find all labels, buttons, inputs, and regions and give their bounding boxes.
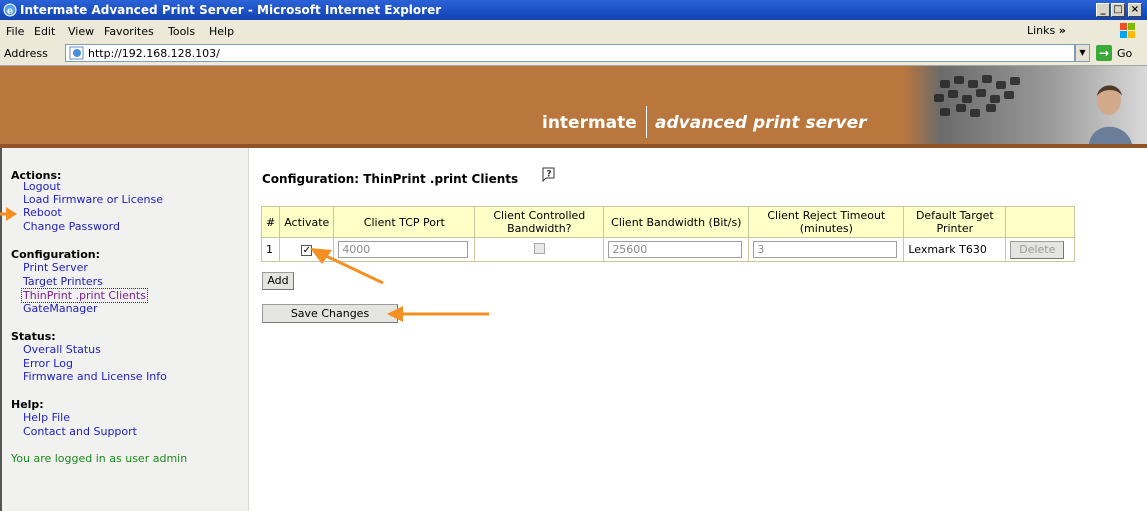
sidebar-item-logout[interactable]: Logout [23,180,61,193]
menu-file[interactable]: File [6,25,24,38]
address-bar: Address http://192.168.128.103/ ▼ → Go [0,42,1147,66]
col-header-default-printer: Default Target Printer [903,206,1007,238]
sidebar-nav: Actions: Logout Load Firmware or License… [0,148,249,511]
col-header-controlled-bandwidth: Client Controlled Bandwidth? [474,206,605,238]
menu-edit[interactable]: Edit [34,25,55,38]
reject-timeout-input[interactable]: 3 [753,241,898,258]
sidebar-item-target-printers[interactable]: Target Printers [23,275,103,288]
page-banner: intermate advanced print server [0,66,1147,148]
help-icon[interactable]: ? [540,166,556,182]
sidebar-heading-status: Status: [11,330,56,343]
window-title: Intermate Advanced Print Server - Micros… [20,3,442,17]
ie-icon: e [3,3,17,17]
delete-button[interactable]: Delete [1010,240,1065,259]
menu-view[interactable]: View [68,25,94,38]
minimize-button[interactable]: _ [1096,3,1110,17]
sidebar-item-print-server[interactable]: Print Server [23,261,88,274]
default-printer-value: Lexmark T630 [903,237,1007,262]
page-title: Configuration: ThinPrint .print Clients [262,172,519,186]
annotation-arrow-reboot [0,207,17,221]
col-header-activate: Activate [279,206,335,238]
col-header-index: # [260,206,281,238]
col-header-bandwidth: Client Bandwidth (Bit/s) [603,206,750,238]
menu-tools[interactable]: Tools [168,25,195,38]
menu-help[interactable]: Help [209,25,234,38]
sidebar-item-contact-support[interactable]: Contact and Support [23,425,137,438]
save-changes-button[interactable]: Save Changes [262,304,398,323]
bandwidth-input[interactable]: 25600 [608,241,743,258]
sidebar-item-load-firmware[interactable]: Load Firmware or License [23,193,163,206]
banner-photo [904,66,1147,144]
sidebar-item-thinprint-clients[interactable]: ThinPrint .print Clients [21,288,148,303]
sidebar-item-help-file[interactable]: Help File [23,411,70,424]
svg-text:?: ? [546,170,551,180]
address-label: Address [4,47,48,60]
annotation-arrow-save [387,306,489,322]
sidebar-item-overall-status[interactable]: Overall Status [23,343,101,356]
brand-divider [646,106,647,138]
add-button[interactable]: Add [262,272,294,290]
menu-favorites[interactable]: Favorites [104,25,154,38]
annotation-arrow-activate [310,248,384,285]
address-input[interactable]: http://192.168.128.103/ [65,44,1075,62]
brand-name: intermate [542,113,637,133]
client-controlled-bandwidth-checkbox[interactable] [533,242,545,254]
go-button-label[interactable]: Go [1117,47,1132,60]
links-label: Links [1027,24,1056,37]
col-header-actions [1005,206,1076,238]
login-status: You are logged in as user admin [11,452,188,465]
svg-text:e: e [7,6,13,17]
chevron-icon: » [1058,24,1066,37]
maximize-button[interactable]: □ [1111,3,1125,17]
windows-logo-icon [1120,23,1135,38]
close-button[interactable]: × [1128,3,1142,17]
sidebar-item-reboot[interactable]: Reboot [23,206,62,219]
address-dropdown-button[interactable]: ▼ [1075,44,1090,62]
links-toolbar[interactable]: Links » [1027,24,1066,37]
brand-tagline: advanced print server [655,113,867,133]
sidebar-item-firmware-info[interactable]: Firmware and License Info [23,370,167,383]
sidebar-item-error-log[interactable]: Error Log [23,357,73,370]
menu-bar: File Edit View Favorites Tools Help Link… [0,20,1147,43]
col-header-tcp-port: Client TCP Port [333,206,476,238]
row-index: 1 [260,237,281,262]
sidebar-heading-configuration: Configuration: [11,248,100,261]
sidebar-item-gatemanager[interactable]: GateManager [23,302,98,315]
window-title-bar: e Intermate Advanced Print Server - Micr… [0,0,1147,20]
go-arrow-icon[interactable]: → [1096,45,1112,61]
sidebar-item-change-password[interactable]: Change Password [23,220,120,233]
sidebar-heading-help: Help: [11,398,44,411]
col-header-reject-timeout: Client Reject Timeout (minutes) [748,206,905,238]
address-url: http://192.168.128.103/ [88,47,220,60]
page-icon [69,46,84,60]
